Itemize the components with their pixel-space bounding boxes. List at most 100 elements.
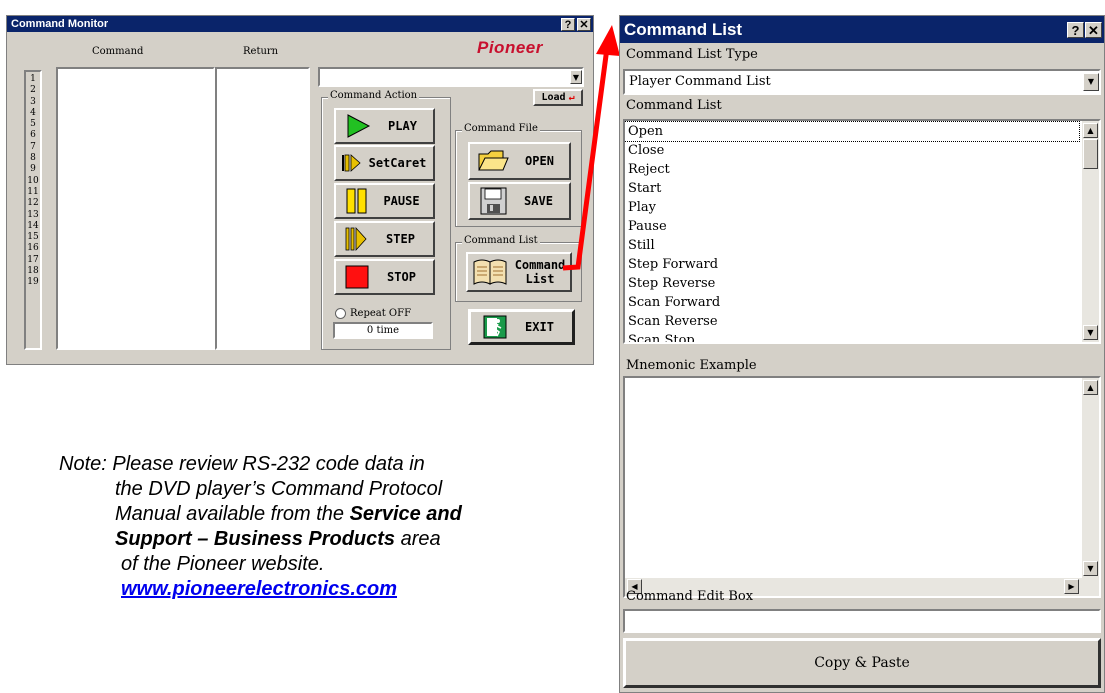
setcaret-button[interactable]: SetCaret [334,145,435,181]
command-action-label: Command Action [328,90,420,101]
line-number: 1 [30,74,36,84]
line-number: 5 [30,119,36,130]
setcaret-icon [342,154,361,172]
enter-arrow-icon: ↵ [568,92,575,103]
note-line2: the DVD player’s Command Protocol [115,478,443,500]
floppy-disk-icon [480,187,507,215]
line-number: 7 [30,141,36,152]
copy-paste-button[interactable]: Copy & Paste [623,638,1101,688]
step-button[interactable]: STEP [334,221,435,257]
line-number: 14 [27,220,39,231]
save-button[interactable]: SAVE [468,182,571,220]
command-list-item[interactable]: Scan Forward [625,293,1099,312]
pioneer-website-link[interactable]: www.pioneerelectronics.com [121,578,397,600]
note-line5: of the Pioneer website. [121,553,325,575]
command-list-item[interactable]: Step Reverse [625,274,1099,293]
command-list-box-2[interactable]: Open Close Reject Start Play Pause Still Step F… [623,119,1101,344]
command-list-scrollbar[interactable]: ▲ ▼ [1082,121,1099,342]
line-number: 17 [27,254,39,265]
command-list-item[interactable]: Close [625,141,1099,160]
dropdown-arrow-icon[interactable]: ▼ [570,70,582,84]
play-button[interactable]: PLAY [334,108,435,144]
line-number: 18 [27,266,39,277]
command-file-label: Command File [462,123,540,134]
command-edit-box-label: Command Edit Box [626,589,754,604]
command-list-item[interactable]: Still [625,236,1099,255]
command-list-button-line1: Command [514,258,566,272]
line-number-gutter: 1 2 3 4 5 6 7 8 9 10 11 12 13 14 15 16 17 18 19 [24,70,42,350]
scroll-right-icon[interactable]: ▶ [1064,579,1079,594]
line-number: 8 [30,153,36,164]
scroll-thumb[interactable] [1083,139,1098,169]
command-list-item[interactable]: Pause [625,217,1099,236]
note-prefix: Note: [59,453,107,475]
line-number: 12 [27,198,39,209]
command-list-title-bar[interactable]: Command List ? ✕ [620,16,1104,43]
command-edit-box[interactable] [623,609,1101,633]
stop-button[interactable]: STOP [334,259,435,295]
step-icon [345,226,367,252]
line-number: 19 [27,277,39,288]
note-line4b: area [395,528,441,550]
folder-open-icon [478,150,509,171]
mnemonic-example-label: Mnemonic Example [626,358,757,373]
note-line3a: Manual available from the [115,503,350,525]
exit-door-icon [483,315,507,339]
command-monitor-window: Command Monitor ? ✕ Pioneer Command Retu… [6,15,594,365]
note-line1: Please review RS-232 code data in [112,453,425,475]
pause-icon [346,188,367,214]
scroll-down-icon-2[interactable]: ▼ [1083,561,1098,576]
pause-button[interactable]: PAUSE [334,183,435,219]
line-number: 16 [27,243,39,254]
stop-icon [345,265,369,289]
return-column-header: Return [243,46,279,57]
return-list-box[interactable] [215,67,310,350]
command-list-button[interactable]: Command List [466,252,572,292]
help-button[interactable]: ? [561,18,575,31]
scroll-up-icon[interactable]: ▲ [1083,123,1098,138]
command-list-item[interactable]: Step Forward [625,255,1099,274]
command-combo-box[interactable]: ▼ [318,67,584,87]
exit-button[interactable]: EXIT [468,309,575,345]
close-button[interactable]: ✕ [577,18,591,31]
command-list-item[interactable]: Play [625,198,1099,217]
line-number: 2 [30,85,36,96]
command-list-item[interactable]: Scan Stop [625,331,1099,342]
load-button[interactable]: Load ↵ [533,89,583,106]
open-button[interactable]: OPEN [468,142,571,180]
close-button-2[interactable]: ✕ [1085,22,1102,38]
repeat-radio[interactable]: Repeat OFF [335,308,411,319]
command-list-window: Command List ? ✕ Command List Type Playe… [619,15,1105,693]
line-number: 3 [30,96,36,107]
command-list-label: Command List [626,98,722,113]
mnemonic-example-box[interactable]: ▲ ▼ ◀ ▶ [623,376,1101,598]
line-number: 9 [30,164,36,175]
note-line3b: Service and [349,503,462,525]
command-list-type-label: Command List Type [626,47,758,62]
command-list-button-line2: List [525,272,555,286]
command-list-box[interactable] [56,67,215,350]
command-list-item[interactable]: Reject [625,160,1099,179]
scroll-up-icon-2[interactable]: ▲ [1083,380,1098,395]
command-list-title: Command List [624,19,743,39]
command-list-item[interactable]: Open [625,121,1080,142]
dropdown-arrow-icon-2[interactable]: ▼ [1083,73,1099,91]
play-icon [347,114,371,138]
line-number: 6 [30,130,36,141]
command-list-item[interactable]: Start [625,179,1099,198]
command-list-item[interactable]: Scan Reverse [625,312,1099,331]
scroll-down-icon[interactable]: ▼ [1083,325,1098,340]
help-button-2[interactable]: ? [1067,22,1084,38]
note-line4a: Support – Business Products [115,528,396,550]
mnemonic-vscrollbar[interactable]: ▲ ▼ [1082,378,1099,578]
command-list-type-select[interactable]: Player Command List ▼ [623,69,1101,95]
line-number: 10 [27,175,39,186]
command-list-group-label: Command List [462,235,540,246]
note-block: Note: Please review RS-232 code data in … [59,452,599,602]
command-column-header: Command [92,46,144,57]
repeat-count-field[interactable]: 0 time [333,322,433,339]
line-number: 15 [27,232,39,243]
pioneer-logo: Pioneer [477,38,543,57]
radio-icon [335,308,346,319]
command-monitor-title-bar[interactable]: Command Monitor ? ✕ [7,16,593,32]
